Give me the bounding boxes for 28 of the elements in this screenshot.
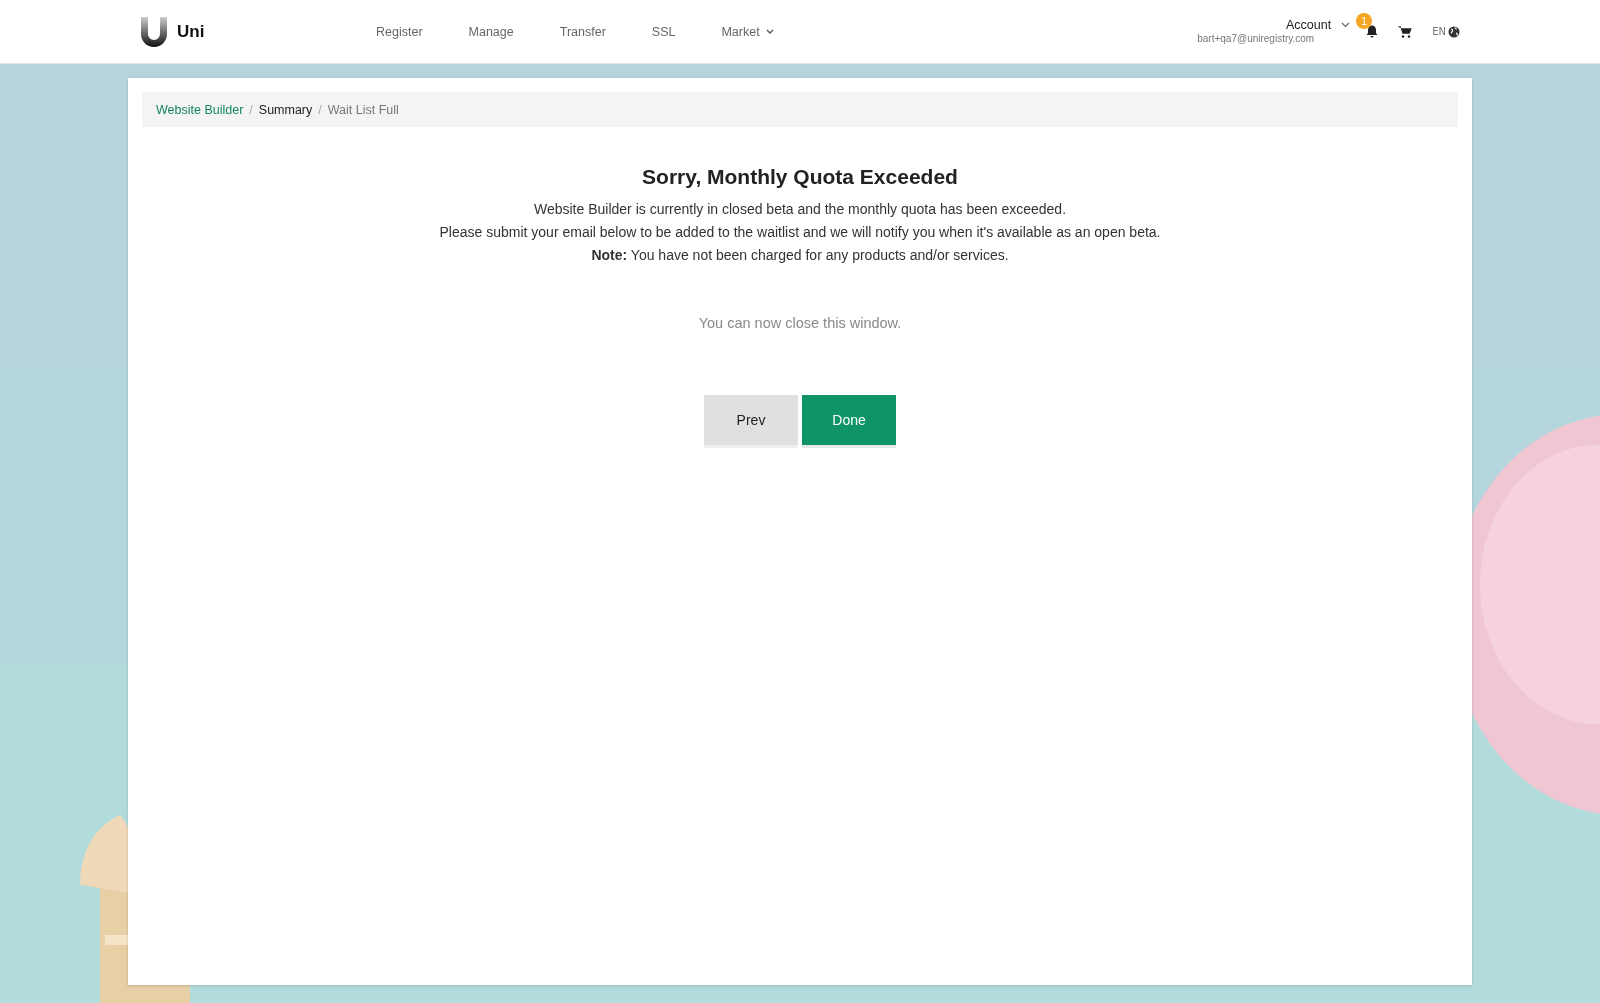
nav-link[interactable]: Manage: [468, 24, 514, 39]
account-menu[interactable]: Account: [1286, 18, 1332, 32]
message-text: Note: You have not been charged for any products and/or services.: [591, 247, 1009, 263]
logo-icon[interactable]: [141, 16, 167, 47]
close-note: You can now close this window.: [698, 315, 902, 331]
breadcrumb-current: Wait List Full: [327, 102, 399, 117]
nav-link[interactable]: Register: [376, 24, 423, 39]
caret-icon[interactable]: [765, 28, 774, 35]
breadcrumb-separator: /: [318, 102, 322, 117]
breadcrumb-separator: /: [249, 102, 253, 117]
message-text: Website Builder is currently in closed beta and the monthly quota has been exceeded.: [533, 201, 1067, 217]
cart-icon[interactable]: [1398, 25, 1413, 38]
logo-text[interactable]: Uni: [177, 21, 205, 42]
message-text: Please submit your email below to be added to the waitlist and we will notify you when it's available as an open beta.: [439, 224, 1161, 240]
page-title: Sorry, Monthly Quota Exceeded: [642, 165, 958, 189]
caret-icon[interactable]: [1341, 22, 1351, 28]
done-button[interactable]: Done: [802, 395, 896, 448]
globe-icon[interactable]: [1448, 25, 1460, 38]
language-selector[interactable]: EN: [1432, 26, 1446, 37]
notification-badge: 1: [1356, 13, 1373, 29]
bell-icon[interactable]: [1366, 25, 1379, 38]
nav-link[interactable]: Market: [721, 24, 774, 39]
prev-button[interactable]: Prev: [704, 395, 798, 448]
breadcrumb-item[interactable]: Summary: [258, 102, 313, 117]
breadcrumb-link[interactable]: Website Builder: [156, 102, 244, 117]
account-email: bart+qa7@uniregistry.com: [1197, 33, 1315, 44]
nav-link[interactable]: Transfer: [559, 24, 606, 39]
nav-link[interactable]: SSL: [651, 24, 676, 39]
